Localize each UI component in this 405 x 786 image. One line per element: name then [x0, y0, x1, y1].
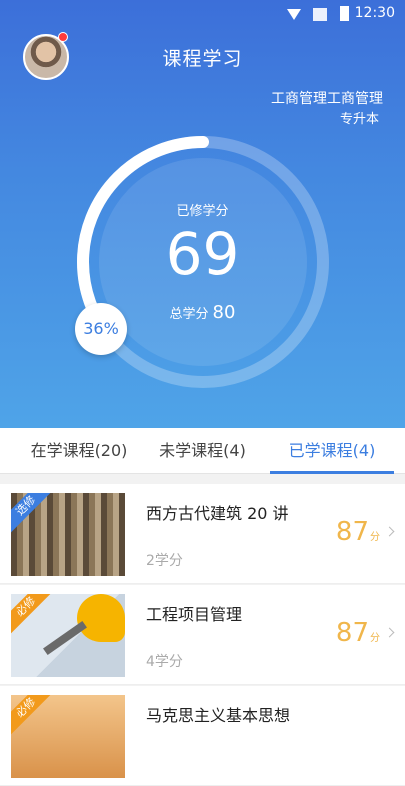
course-card[interactable]: 选修 西方古代建筑 20 讲 2学分 87分 [0, 484, 405, 584]
status-time: 12:30 [354, 5, 395, 21]
course-credit: 4学分 [146, 654, 183, 670]
course-tag: 必修 [11, 695, 53, 735]
score-value: 87 [335, 517, 369, 547]
course-card[interactable]: 必修 工程项目管理 4学分 87分 [0, 585, 405, 685]
level-label: 专升本 [339, 112, 379, 127]
course-name: 西方古代建筑 20 讲 [146, 504, 289, 523]
course-thumbnail: 必修 [11, 695, 125, 778]
course-score: 87分 [336, 618, 380, 648]
course-card[interactable]: 必修 马克思主义基本思想 [0, 686, 405, 786]
total-credits: 总学分 80 [0, 302, 405, 323]
tool-image [43, 620, 87, 656]
score-unit: 分 [370, 532, 380, 543]
chevron-right-icon [384, 627, 395, 638]
chevron-right-icon [384, 526, 395, 537]
earned-credits-label: 已修学分 [176, 204, 229, 219]
course-name: 工程项目管理 [146, 605, 243, 624]
hard-hat-image [77, 594, 125, 642]
total-credits-label: 总学分 [169, 307, 209, 322]
page-title: 课程学习 [162, 48, 243, 70]
earned-credits-value: 69 [165, 220, 240, 288]
course-score: 87分 [336, 517, 380, 547]
score-value: 87 [335, 618, 369, 648]
notification-dot [58, 32, 68, 42]
course-tag: 选修 [11, 493, 53, 533]
tab-not-started[interactable]: 未学课程(4) [150, 428, 255, 474]
major-label: 工商管理工商管理 [271, 91, 383, 107]
battery-icon [340, 6, 349, 21]
percent-bubble: 36% [75, 303, 127, 355]
tab-completed[interactable]: 已学课程(4) [270, 428, 394, 474]
total-credits-value: 80 [212, 302, 236, 323]
course-name: 马克思主义基本思想 [146, 706, 291, 725]
course-tag: 必修 [11, 594, 53, 634]
wifi-icon [287, 9, 301, 20]
course-thumbnail: 必修 [11, 594, 125, 677]
header: 12:30 课程学习 工商管理工商管理 专升本 已修学分 69 总学分 80 36… [0, 0, 405, 428]
course-tabs: 在学课程(20) 未学课程(4) 已学课程(4) [0, 428, 405, 474]
course-thumbnail: 选修 [11, 493, 125, 576]
status-bar: 12:30 [0, 0, 405, 28]
score-unit: 分 [370, 633, 380, 644]
course-credit: 2学分 [146, 553, 183, 569]
signal-icon [313, 8, 327, 21]
tab-in-progress[interactable]: 在学课程(20) [20, 428, 138, 474]
